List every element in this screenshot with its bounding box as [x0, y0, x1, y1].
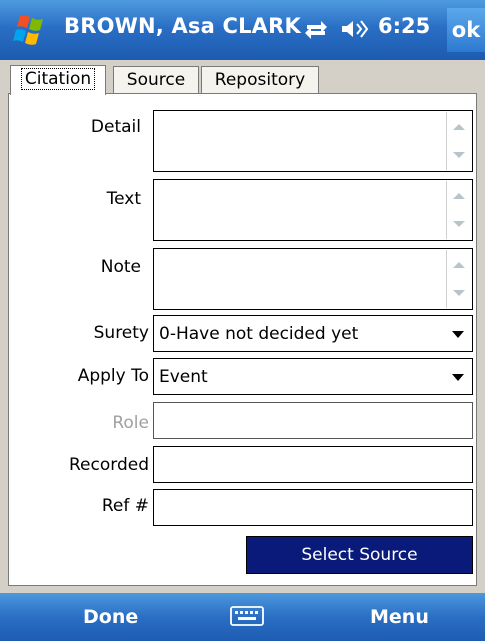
- soft-key-bar: Done Menu: [0, 593, 485, 641]
- title-bar: BROWN, Asa CLARK 6:25 ok: [0, 0, 485, 60]
- windows-flag-icon[interactable]: [12, 12, 52, 48]
- recorded-label: Recorded: [69, 455, 149, 475]
- tab-citation-label: Citation: [20, 68, 96, 90]
- surety-label: Surety: [93, 323, 149, 343]
- select-source-button[interactable]: Select Source: [246, 536, 473, 574]
- tab-repository-label: Repository: [214, 70, 306, 90]
- role-field[interactable]: [153, 402, 473, 439]
- apply-to-label: Apply To: [77, 366, 149, 386]
- role-label: Role: [112, 413, 149, 433]
- detail-label: Detail: [90, 117, 141, 137]
- menu-softkey[interactable]: Menu: [370, 593, 429, 641]
- tab-citation[interactable]: Citation: [10, 65, 106, 95]
- recorded-field[interactable]: [153, 446, 473, 483]
- note-field[interactable]: [153, 248, 473, 310]
- volume-icon[interactable]: [340, 17, 370, 41]
- scroll-down-icon[interactable]: [447, 278, 471, 308]
- tab-source-label: Source: [126, 70, 186, 90]
- note-label: Note: [100, 257, 141, 277]
- text-scrollbar[interactable]: [446, 181, 471, 239]
- tab-source[interactable]: Source: [113, 66, 199, 94]
- dropdown-arrow-icon[interactable]: [452, 374, 464, 381]
- surety-dropdown[interactable]: 0-Have not decided yet: [153, 315, 473, 352]
- ref-field[interactable]: [153, 489, 473, 526]
- ok-button[interactable]: ok: [447, 8, 485, 52]
- ref-label: Ref #: [101, 496, 149, 516]
- note-scrollbar[interactable]: [446, 250, 471, 308]
- dropdown-arrow-icon[interactable]: [452, 331, 464, 338]
- scroll-up-icon[interactable]: [447, 250, 471, 280]
- scroll-up-icon[interactable]: [447, 112, 471, 142]
- scroll-down-icon[interactable]: [447, 140, 471, 170]
- window-title: BROWN, Asa CLARK: [64, 14, 301, 38]
- done-softkey[interactable]: Done: [83, 593, 138, 641]
- scroll-up-icon[interactable]: [447, 181, 471, 211]
- surety-value: 0-Have not decided yet: [159, 324, 359, 344]
- apply-to-value: Event: [159, 367, 208, 387]
- text-field[interactable]: [153, 179, 473, 241]
- detail-scrollbar[interactable]: [446, 112, 471, 170]
- text-label: Text: [106, 189, 141, 209]
- scroll-down-icon[interactable]: [447, 209, 471, 239]
- clock[interactable]: 6:25: [378, 14, 430, 38]
- detail-field[interactable]: [153, 110, 473, 172]
- apply-to-dropdown[interactable]: Event: [153, 358, 473, 395]
- connectivity-icon[interactable]: [303, 17, 329, 41]
- tab-repository[interactable]: Repository: [201, 66, 319, 94]
- keyboard-icon[interactable]: [230, 605, 264, 627]
